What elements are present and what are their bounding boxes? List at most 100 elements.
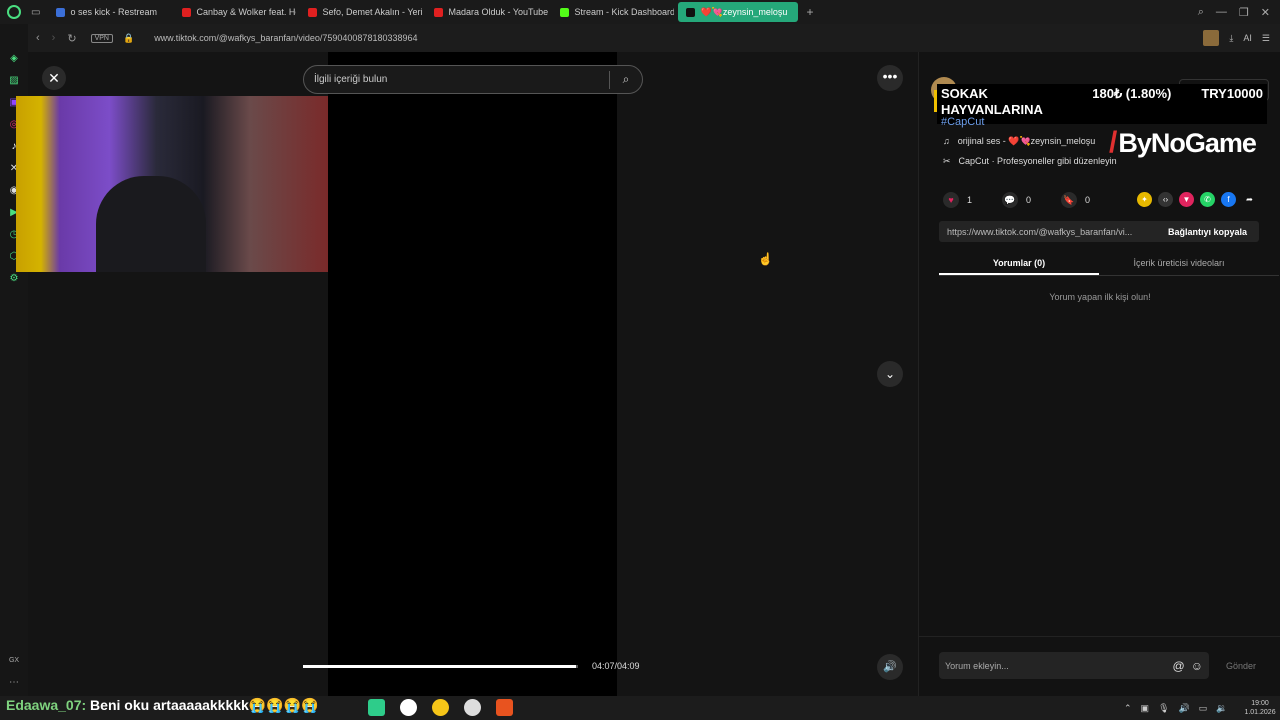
goal-title-line2: HAYVANLARINA [941, 102, 1043, 117]
taskbar-clock[interactable]: 19:00 1.01.2026 [1244, 699, 1275, 717]
browser-tab[interactable]: o ses kick - Restream [48, 2, 170, 22]
comment-input[interactable]: Yorum ekleyin... @ ☺ [939, 652, 1209, 679]
browser-tab[interactable]: Stream - Kick Dashboard [552, 2, 674, 22]
tab-label: ❤️💘zeynsin_meloşu [700, 6, 788, 17]
sidebar-settings-icon[interactable]: ⚙ [7, 272, 21, 286]
vpn-badge[interactable]: VPN [90, 33, 113, 43]
aria-ai-button[interactable]: AI [1243, 33, 1252, 43]
video-player[interactable] [328, 52, 617, 696]
taskbar-app-yellow-icon[interactable] [432, 699, 449, 716]
bookmark-icon[interactable]: 🔖 [1061, 192, 1078, 208]
workspaces-icon[interactable]: ▭ [31, 7, 40, 18]
sidebar-gx-label[interactable]: GX [7, 654, 21, 668]
panel-tabs: Yorumlar (0) İçerik üreticisi videoları [939, 252, 1279, 276]
facebook-icon[interactable]: f [1221, 192, 1236, 207]
clock-time: 19:00 [1251, 700, 1269, 707]
like-icon[interactable]: ♥ [943, 192, 959, 208]
sidebar-more-icon[interactable]: ⋯ [7, 676, 21, 690]
chat-overlay: Edaawa_07: Beni oku artaaaaakkkkk😭😭😭😭 [6, 697, 319, 714]
chat-message: Beni oku artaaaaakkkkk😭😭😭😭 [86, 697, 319, 713]
sidebar-ai-icon[interactable]: ◈ [7, 52, 21, 66]
tab-creator-videos[interactable]: İçerik üreticisi videoları [1099, 252, 1259, 275]
taskbar-app-obs-icon[interactable] [400, 699, 417, 716]
close-video-button[interactable]: ✕ [42, 66, 66, 90]
search-icon[interactable]: ⌕ [610, 72, 642, 87]
tab-label: Stream - Kick Dashboard [574, 7, 675, 17]
browser-tab[interactable]: Madara Olduk - YouTube [426, 2, 548, 22]
opera-logo-icon[interactable] [7, 5, 21, 19]
more-options-button[interactable]: ••• [877, 65, 903, 91]
tray-mic-icon[interactable]: 🎙 [1158, 703, 1169, 714]
like-count: 1 [967, 195, 973, 205]
search-tabs-icon[interactable]: ⌕ [1198, 6, 1204, 19]
goal-progress: 180₺ (1.80%) [1092, 86, 1172, 101]
video-link[interactable]: https://www.tiktok.com/@wafkys_baranfan/… [939, 227, 1157, 237]
donation-goal-overlay: SOKAK 180₺ (1.80%) TRY10000 HAYVANLARINA [937, 84, 1267, 124]
comment-bar: Yorum ekleyin... @ ☺ Gönder [919, 636, 1280, 696]
back-icon[interactable]: ‹ [36, 32, 40, 45]
browser-tab[interactable]: Canbay & Wolker feat. He [174, 2, 296, 22]
video-time: 04:07/04:09 [592, 661, 640, 671]
tab-favicon-icon [56, 7, 66, 17]
reload-icon[interactable]: ↻ [67, 32, 76, 45]
sidebar-cleaner-icon[interactable]: ▨ [7, 74, 21, 88]
empty-comments-text: Yorum yapan ilk kişi olun! [1049, 292, 1151, 302]
tab-favicon-icon [308, 7, 318, 17]
forward-icon[interactable]: › [52, 32, 56, 45]
next-video-button[interactable]: ⌄ [877, 361, 903, 387]
share-friends-icon[interactable]: ▼ [1179, 192, 1194, 207]
tray-network-icon[interactable]: ▭ [1199, 703, 1208, 714]
browser-tab[interactable]: Sefo, Demet Akalın - Yeri [300, 2, 422, 22]
emoji-icon[interactable]: ☺ [1191, 659, 1203, 673]
clock-date: 1.01.2026 [1244, 709, 1276, 716]
streamer-figure [96, 176, 206, 272]
url-field[interactable]: www.tiktok.com/@wafkys_baranfan/video/75… [154, 33, 417, 43]
minimize-icon[interactable]: — [1216, 6, 1227, 19]
mention-icon[interactable]: @ [1173, 659, 1185, 673]
tray-app-icon[interactable]: ▣ [1141, 703, 1150, 714]
share-coin-icon[interactable]: ✦ [1137, 192, 1152, 207]
capcut-row[interactable]: ✂ CapCut · Profesyoneller gibi düzenleyi… [943, 156, 1117, 167]
menu-icon[interactable]: ☰ [1262, 33, 1270, 44]
close-window-icon[interactable]: ✕ [1261, 6, 1270, 19]
taskbar-app-orange-icon[interactable] [496, 699, 513, 716]
embed-icon[interactable]: ‹› [1158, 192, 1173, 207]
new-tab-button[interactable]: + [806, 5, 813, 19]
search-input[interactable]: İlgili içeriği bulun [314, 74, 387, 85]
video-progress-bar[interactable] [303, 665, 578, 668]
bynogame-logo: / ByNoGame [1109, 126, 1257, 160]
goal-target: TRY10000 [1201, 86, 1263, 101]
comment-icon[interactable]: 💬 [1002, 192, 1019, 208]
address-bar: ‹ › ↻ VPN 🔒 www.tiktok.com/@wafkys_baran… [28, 24, 1280, 52]
volume-button[interactable]: 🔊 [877, 654, 903, 680]
goal-title-line1: SOKAK [941, 86, 988, 101]
tab-label: Canbay & Wolker feat. He [196, 7, 297, 17]
browser-tab[interactable]: ❤️💘zeynsin_meloşu [678, 2, 799, 22]
music-label: orijinal ses - ❤️💘zeynsin_meloşu [957, 136, 1096, 146]
whatsapp-icon[interactable]: ✆ [1200, 192, 1215, 207]
tab-favicon-icon [182, 7, 192, 17]
restore-icon[interactable]: ❐ [1239, 6, 1249, 19]
lock-icon: 🔒 [122, 32, 135, 43]
copy-link-box: https://www.tiktok.com/@wafkys_baranfan/… [939, 221, 1259, 242]
copy-link-button[interactable]: Bağlantıyı kopyala [1168, 227, 1259, 237]
taskbar-app-green-icon[interactable] [368, 699, 385, 716]
music-row[interactable]: ♫ orijinal ses - ❤️💘zeynsin_meloşu [943, 136, 1095, 147]
hashtag-link[interactable]: #CapCut [941, 116, 984, 128]
tab-favicon-icon [560, 7, 570, 17]
tab-comments[interactable]: Yorumlar (0) [939, 252, 1099, 275]
search-bar[interactable]: İlgili içeriği bulun ⌕ [303, 65, 643, 94]
tray-expand-icon[interactable]: ⌃ [1124, 703, 1132, 714]
tray-speaker-icon[interactable]: 🔉 [1216, 703, 1227, 714]
download-icon[interactable]: ⤓ [1229, 33, 1233, 44]
details-panel: wafkys_baranfan → SOKAK 180₺ (1.80%) TRY… [918, 52, 1280, 696]
chat-username: Edaawa_07: [6, 697, 87, 713]
taskbar-app-chrome-icon[interactable] [464, 699, 481, 716]
tray-volume-icon[interactable]: 🔊 [1179, 703, 1190, 714]
system-tray: ⌃ ▣ 🎙 🔊 ▭ 🔉 19:00 1.01.2026 ▢ [1124, 696, 1280, 720]
tab-favicon-icon [434, 7, 444, 17]
save-count: 0 [1085, 195, 1091, 205]
send-button[interactable]: Gönder [1226, 661, 1256, 671]
profile-avatar[interactable] [1203, 30, 1220, 46]
share-arrow-icon[interactable]: ➦ [1242, 192, 1257, 207]
